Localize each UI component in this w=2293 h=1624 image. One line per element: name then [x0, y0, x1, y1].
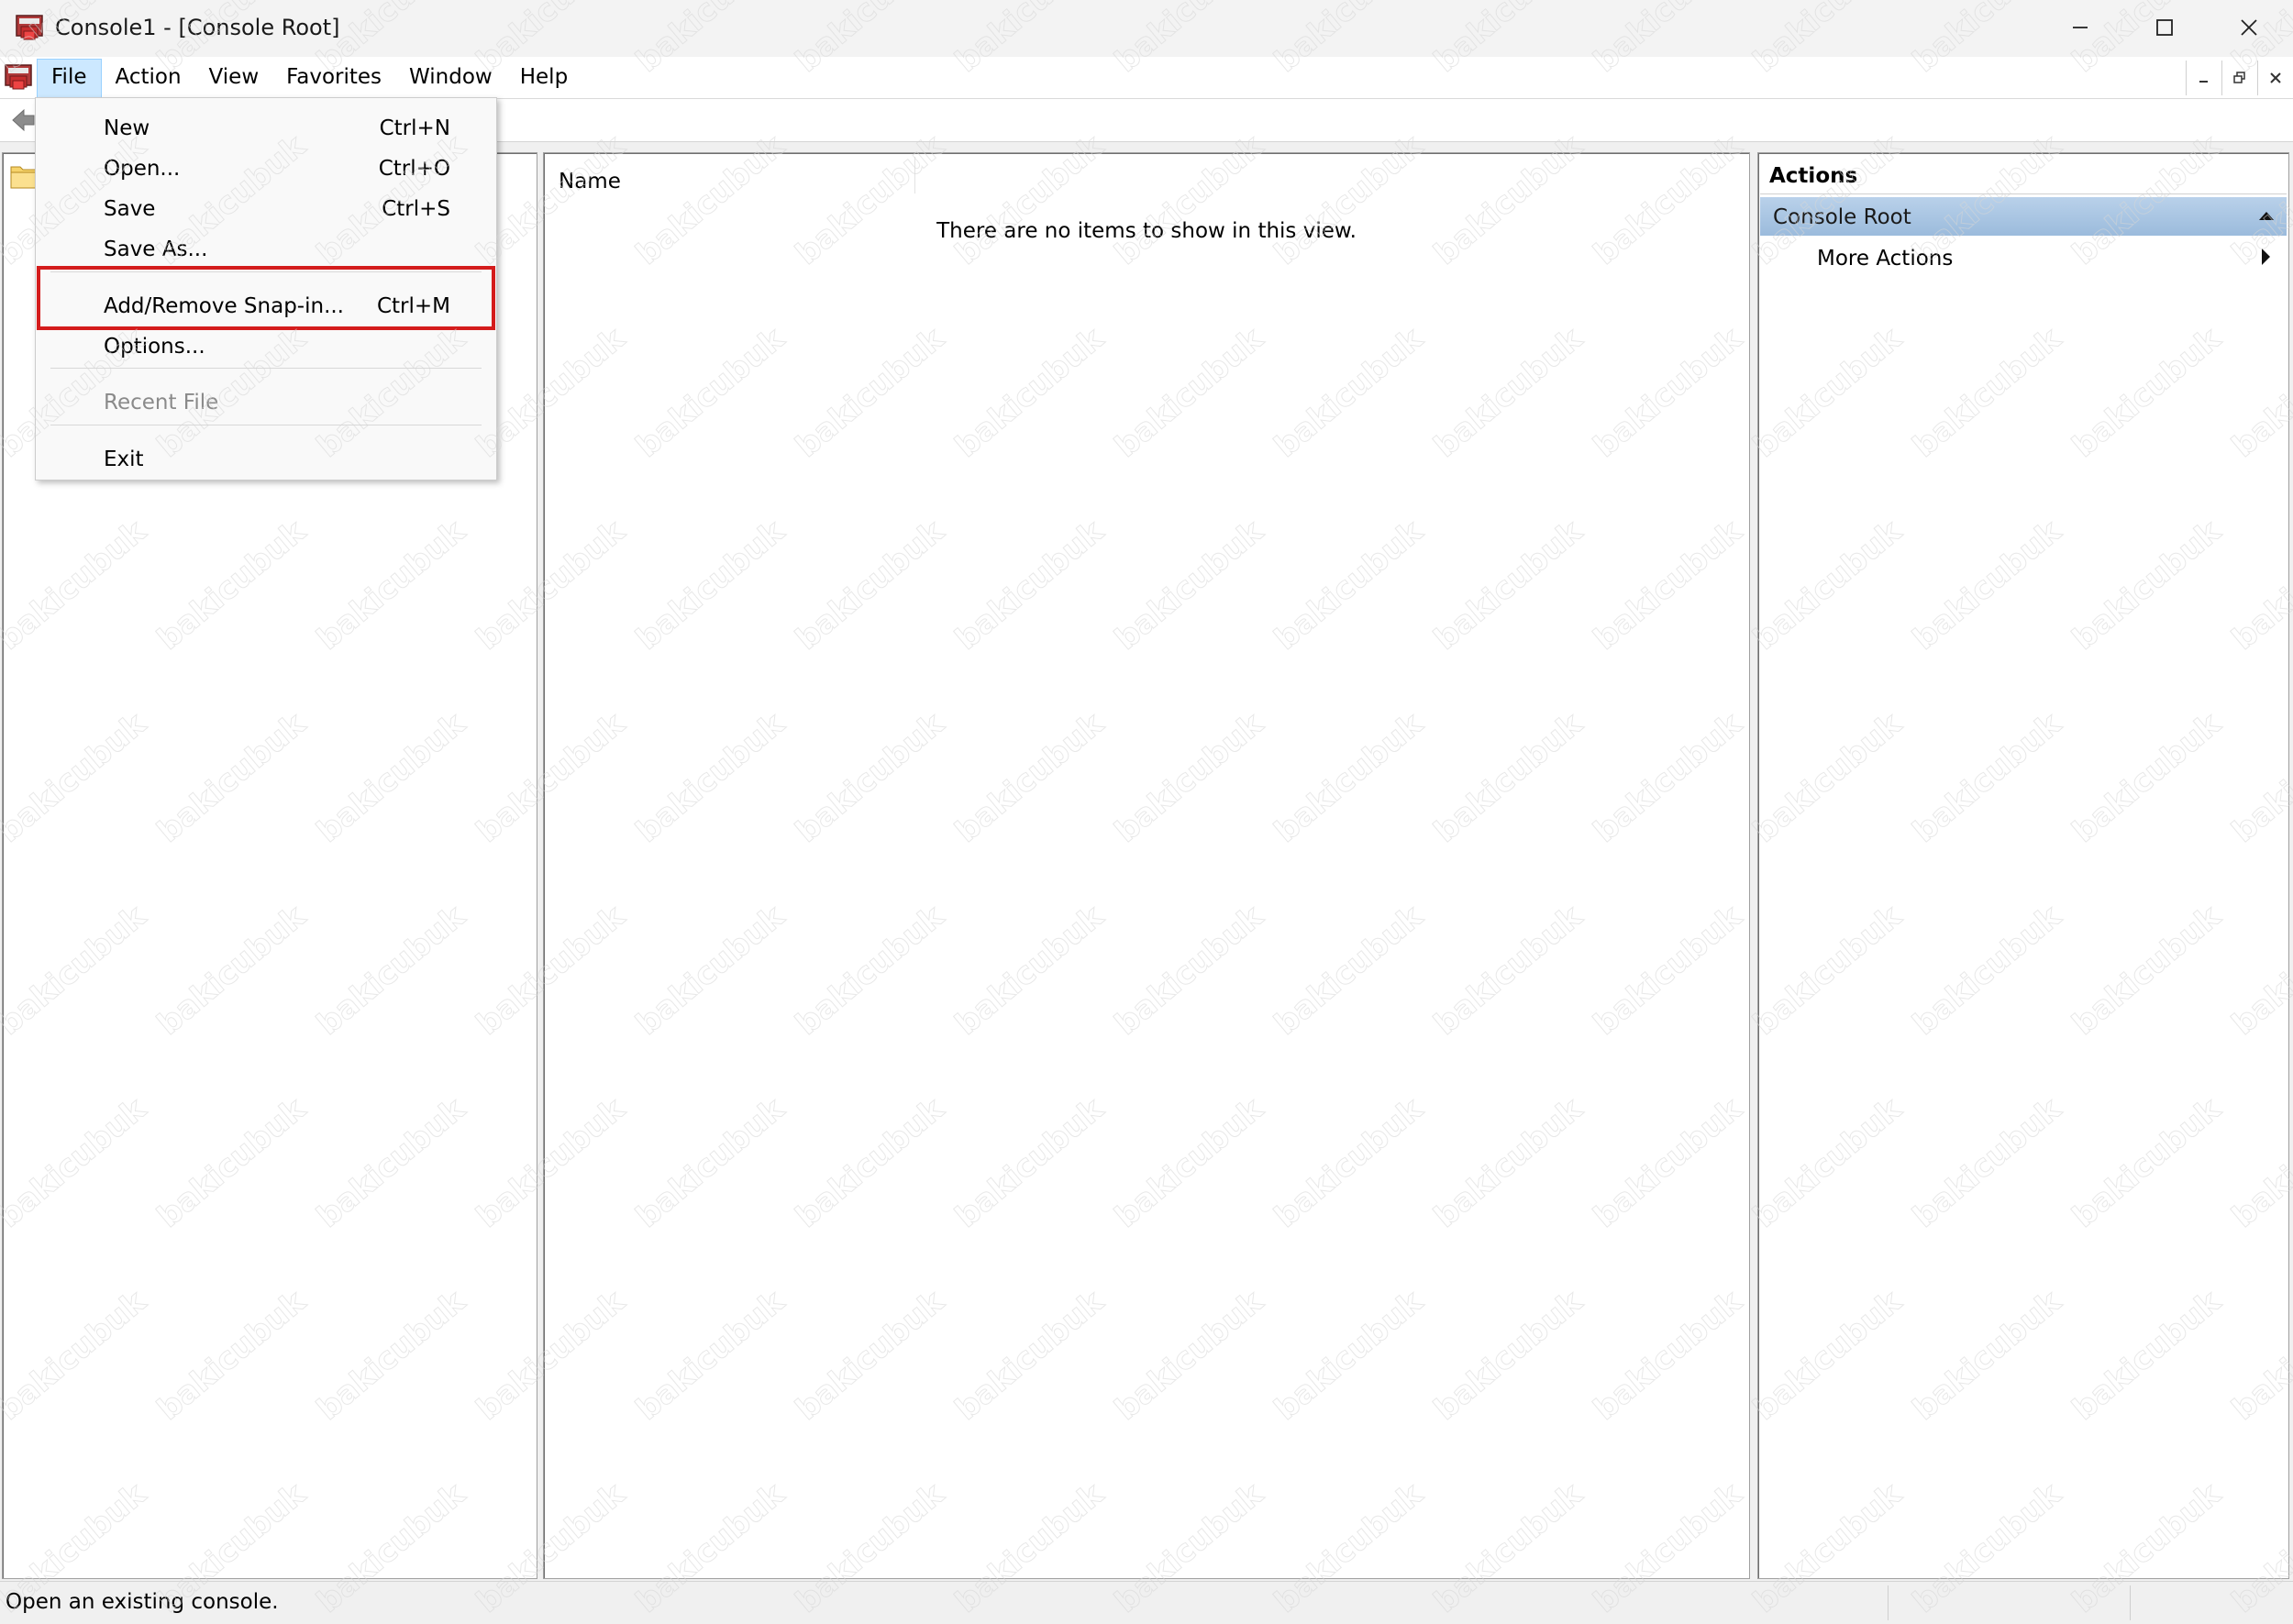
highlight-annotation: [37, 266, 495, 330]
restore-icon: [2233, 72, 2245, 83]
menu-action[interactable]: Action: [102, 59, 195, 96]
actions-group-console-root[interactable]: Console Root: [1760, 197, 2287, 236]
menu-items: File Action View Favorites Window Help: [37, 57, 582, 98]
menu-item-shortcut: Ctrl+O: [378, 157, 450, 181]
menu-help[interactable]: Help: [506, 59, 582, 96]
actions-group-label: Console Root: [1773, 205, 1911, 229]
submenu-arrow-icon: [2262, 249, 2270, 265]
results-pane[interactable]: Name There are no items to show in this …: [543, 152, 1750, 1579]
file-menu-new[interactable]: New Ctrl+N: [36, 109, 496, 146]
child-restore-button[interactable]: [2221, 61, 2257, 95]
menu-separator: [50, 368, 482, 369]
more-actions-label: More Actions: [1817, 247, 1954, 271]
menu-file[interactable]: File: [37, 59, 102, 98]
status-divider: [1888, 1585, 1889, 1620]
actions-title: Actions: [1769, 164, 1858, 188]
console-system-menu-icon[interactable]: [4, 62, 35, 94]
status-divider: [2130, 1585, 2131, 1620]
menu-item-label: Save As...: [104, 238, 208, 261]
more-actions-item[interactable]: More Actions: [1760, 238, 2287, 276]
maximize-icon: [2156, 19, 2173, 36]
back-arrow-icon[interactable]: [9, 106, 37, 134]
file-menu-exit[interactable]: Exit: [36, 440, 496, 477]
empty-view-message: There are no items to show in this view.: [936, 219, 1357, 243]
file-menu-save-as[interactable]: Save As...: [36, 230, 496, 267]
mmc-app-icon[interactable]: [15, 13, 46, 44]
minimize-icon: [2199, 81, 2208, 83]
name-column-label: Name: [559, 170, 621, 193]
menu-item-shortcut: Ctrl+S: [382, 197, 450, 221]
actions-pane: Actions Console Root More Actions: [1757, 152, 2289, 1579]
name-column-header[interactable]: Name: [548, 157, 915, 193]
window-title: Console1 - [Console Root]: [55, 15, 340, 40]
status-bar: Open an existing console.: [0, 1581, 2293, 1624]
menu-view[interactable]: View: [195, 59, 273, 96]
title-bar: Console1 - [Console Root]: [0, 0, 2293, 57]
close-icon: [2270, 72, 2281, 83]
actions-header: Actions: [1760, 155, 2287, 194]
minimize-button[interactable]: [2038, 0, 2122, 55]
file-menu-recent-file: Recent File: [36, 383, 496, 420]
minimize-icon: [2073, 27, 2088, 28]
menu-window[interactable]: Window: [395, 59, 506, 96]
file-menu-options[interactable]: Options...: [36, 327, 496, 364]
status-text: Open an existing console.: [6, 1590, 279, 1614]
close-icon: [2241, 19, 2257, 36]
child-minimize-button[interactable]: [2186, 61, 2221, 95]
menu-bar: File Action View Favorites Window Help: [0, 57, 2293, 99]
menu-favorites[interactable]: Favorites: [272, 59, 395, 96]
close-window-button[interactable]: [2207, 0, 2291, 55]
menu-item-label: Recent File: [104, 391, 219, 414]
child-window-controls: [2186, 61, 2293, 95]
menu-item-label: New: [104, 116, 150, 140]
child-close-button[interactable]: [2257, 61, 2293, 95]
file-menu-save[interactable]: Save Ctrl+S: [36, 190, 496, 226]
menu-item-shortcut: Ctrl+N: [379, 116, 450, 140]
file-menu-open[interactable]: Open... Ctrl+O: [36, 149, 496, 186]
menu-item-label: Exit: [104, 447, 144, 471]
maximize-button[interactable]: [2122, 0, 2207, 55]
menu-item-label: Open...: [104, 157, 181, 181]
collapse-up-icon[interactable]: [2257, 208, 2276, 223]
menu-item-label: Save: [104, 197, 156, 221]
menu-item-label: Options...: [104, 335, 205, 359]
